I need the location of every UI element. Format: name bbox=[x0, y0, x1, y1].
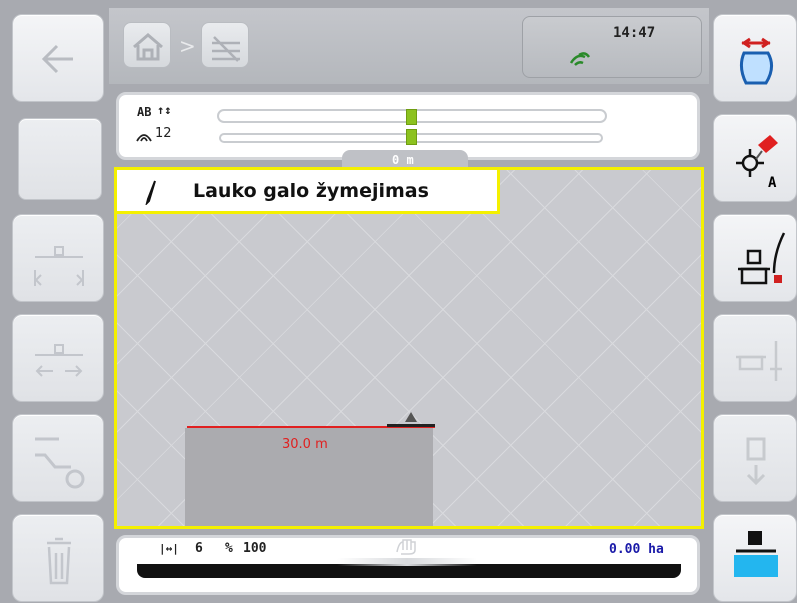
home-button[interactable] bbox=[123, 22, 171, 68]
tractor-back-icon bbox=[746, 437, 766, 486]
headland-width-icon bbox=[34, 246, 84, 286]
progress-track bbox=[137, 558, 681, 580]
headland-turn-button[interactable] bbox=[12, 414, 104, 502]
field-narrow-icon bbox=[739, 37, 773, 85]
clock-time: 14:47 bbox=[613, 25, 656, 41]
tractor-back-button[interactable] bbox=[713, 414, 797, 502]
record-boundary-icon bbox=[738, 232, 786, 285]
record-boundary-button[interactable] bbox=[713, 214, 797, 302]
field-map[interactable]: 30.0 m bbox=[114, 167, 704, 529]
progress-highlight bbox=[337, 558, 477, 566]
headland-distance-button[interactable] bbox=[713, 314, 797, 402]
offset-value: 0 m bbox=[392, 153, 414, 167]
working-width-value: 6 bbox=[195, 541, 203, 556]
field-narrow-button[interactable] bbox=[713, 14, 797, 102]
title-tab: Lauko galo žymejimas bbox=[114, 167, 500, 214]
set-point-a-icon: A bbox=[736, 135, 778, 191]
ab-mode-label: AB bbox=[137, 105, 152, 119]
page-title: Lauko galo žymejimas bbox=[193, 180, 429, 202]
progress-fill bbox=[137, 564, 681, 578]
pencil-icon bbox=[145, 180, 156, 205]
hand-icon bbox=[396, 539, 416, 555]
headland-shift-button[interactable] bbox=[12, 314, 104, 402]
gps-signal-icon bbox=[569, 52, 591, 66]
section-control-button[interactable] bbox=[713, 514, 797, 602]
svg-text:A: A bbox=[768, 175, 777, 191]
rate-icon: % bbox=[225, 541, 233, 556]
headland-distance-label: 30.0 m bbox=[282, 437, 328, 452]
back-arrow-icon bbox=[41, 44, 73, 74]
headland-shift-icon bbox=[35, 344, 83, 377]
rate-value: 100 bbox=[243, 541, 267, 556]
swath-count: 12 bbox=[155, 126, 172, 141]
empty-button bbox=[18, 118, 102, 200]
headland-turn-icon bbox=[35, 437, 85, 489]
clock-area: 14:47 bbox=[522, 16, 702, 78]
tractor-marker-icon bbox=[387, 412, 435, 427]
breadcrumb-separator: > bbox=[179, 34, 196, 58]
lightbar-top-marker bbox=[406, 109, 417, 125]
tractor-guidance-icon bbox=[212, 36, 240, 62]
home-icon bbox=[133, 33, 163, 61]
lightbar-bottom-marker bbox=[406, 129, 417, 145]
section-water-icon bbox=[734, 531, 778, 577]
working-width-icon: |↔| bbox=[159, 542, 179, 555]
status-panel: |↔| 6 % 100 0.00 ha bbox=[116, 535, 700, 595]
swath-count-icon bbox=[136, 134, 152, 142]
set-point-a-button[interactable]: A bbox=[713, 114, 797, 202]
guidance-crumb-button[interactable] bbox=[201, 22, 249, 68]
top-bar: > 14:47 bbox=[109, 8, 709, 84]
delete-button[interactable] bbox=[12, 514, 104, 602]
back-button[interactable] bbox=[12, 14, 104, 102]
swath-symbol: ↑↕ bbox=[157, 103, 172, 117]
headland-distance-icon bbox=[736, 341, 782, 381]
headland-width-button[interactable] bbox=[12, 214, 104, 302]
area-value: 0.00 ha bbox=[609, 542, 664, 557]
trash-icon bbox=[47, 537, 71, 585]
